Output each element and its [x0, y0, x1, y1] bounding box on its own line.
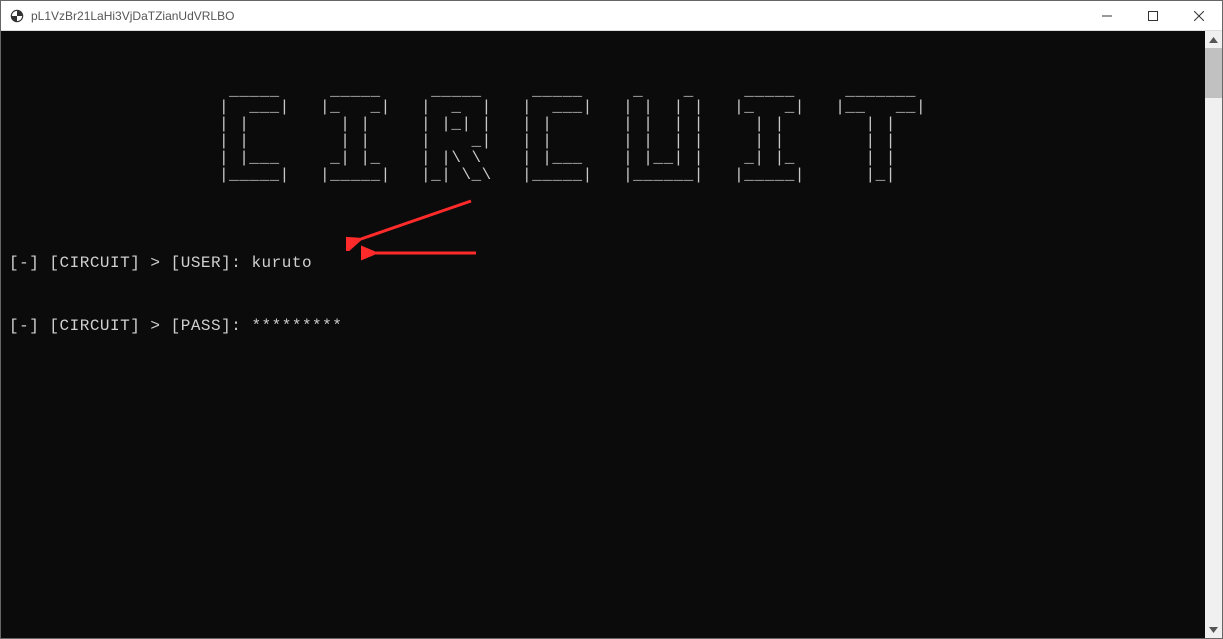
scrollbar-thumb[interactable]	[1205, 48, 1222, 98]
scrollbar-track[interactable]	[1205, 48, 1222, 621]
scrollbar-down-arrow-icon[interactable]	[1205, 621, 1222, 638]
pass-prompt-line: [-] [CIRCUIT] > [PASS]: *********	[9, 316, 1203, 338]
vertical-scrollbar[interactable]	[1205, 31, 1222, 638]
pass-input-value: *********	[251, 317, 342, 335]
close-button[interactable]	[1176, 1, 1222, 30]
user-prompt-line: [-] [CIRCUIT] > [USER]: kuruto	[9, 253, 1203, 275]
minimize-button[interactable]	[1084, 1, 1130, 30]
scrollbar-up-arrow-icon[interactable]	[1205, 31, 1222, 48]
terminal[interactable]: _____ _____ _____ _____ _ _ _____ ______…	[1, 31, 1222, 638]
app-icon	[9, 8, 25, 24]
maximize-button[interactable]	[1130, 1, 1176, 30]
app-window: pL1VzBr21LaHi3VjDaTZianUdVRLBO _____ ___…	[0, 0, 1223, 639]
pass-prompt-prefix: [-] [CIRCUIT] > [PASS]:	[9, 317, 251, 335]
user-prompt-prefix: [-] [CIRCUIT] > [USER]:	[9, 254, 251, 272]
user-input-value: kuruto	[251, 254, 312, 272]
titlebar[interactable]: pL1VzBr21LaHi3VjDaTZianUdVRLBO	[1, 1, 1222, 31]
terminal-content: _____ _____ _____ _____ _ _ _____ ______…	[1, 31, 1205, 638]
ascii-banner: _____ _____ _____ _____ _ _ _____ ______…	[9, 83, 1203, 184]
window-title: pL1VzBr21LaHi3VjDaTZianUdVRLBO	[31, 9, 1084, 23]
window-controls	[1084, 1, 1222, 30]
